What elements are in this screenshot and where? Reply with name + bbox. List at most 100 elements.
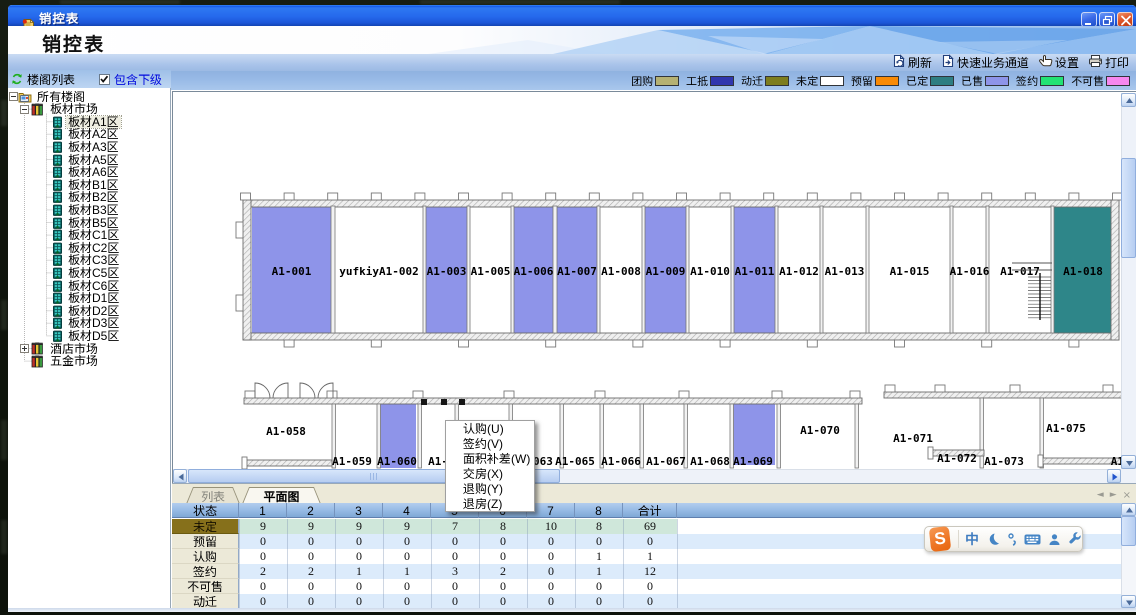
table-cell: 0 [239, 579, 287, 594]
table-cell: 10 [527, 519, 575, 534]
table-cell: 0 [575, 579, 623, 594]
legend-swatch [655, 76, 679, 86]
tab-scroll-right-icon[interactable]: ► [1110, 490, 1117, 501]
tab-1[interactable]: 平面图 [242, 487, 321, 504]
table-cell: 0 [335, 594, 383, 608]
plan-vscroll-thumb[interactable] [1121, 158, 1136, 258]
tab-0[interactable]: 列表 [186, 487, 240, 504]
keyboard-icon[interactable] [1024, 533, 1041, 546]
tree-expand-minus-icon[interactable] [20, 105, 29, 114]
tree-expand-minus-icon[interactable] [9, 92, 18, 101]
table-scroll-up-button[interactable] [1121, 503, 1136, 516]
wrench-icon[interactable] [1068, 532, 1082, 546]
context-menu-item[interactable]: 退购(Y) [446, 481, 534, 496]
table-cell: 9 [287, 519, 335, 534]
context-menu-item[interactable]: 认购(U) [446, 421, 534, 436]
context-menu-item[interactable]: 签约(V) [446, 436, 534, 451]
table-row-label[interactable]: 动迁 [172, 594, 239, 608]
sogou-logo-icon[interactable]: S [929, 526, 952, 552]
table-cell: 0 [623, 594, 677, 608]
plan-scroll-right-button[interactable] [1107, 469, 1121, 483]
context-menu-item[interactable]: 退房(Z) [446, 496, 534, 511]
area-icon [52, 254, 63, 266]
toolbar-button-1[interactable]: 快速业务通道 [941, 54, 1029, 72]
print-icon [1088, 54, 1103, 72]
table-cell: 0 [383, 594, 431, 608]
table-cell: 0 [335, 534, 383, 549]
legend-label: 不可售 [1071, 73, 1104, 89]
tab-scroll-left-icon[interactable]: ◄ [1097, 490, 1104, 501]
include-sub-checkbox[interactable] [99, 74, 110, 85]
area-icon [52, 242, 63, 254]
market-icon [31, 342, 45, 355]
table-cell: 0 [479, 534, 527, 549]
svg-text:A1-012: A1-012 [779, 265, 819, 278]
table-column-header[interactable]: 状态 [172, 503, 239, 518]
tab-nav-buttons: ◄ ► × [1097, 490, 1131, 501]
tree-item[interactable]: 五金市场 [31, 355, 100, 368]
area-icon [52, 217, 63, 229]
minimize-button[interactable] [1081, 12, 1097, 27]
moon-icon[interactable] [986, 532, 1000, 546]
context-menu-item[interactable]: 面积补差(W) [446, 451, 534, 466]
plan-scroll-up-button[interactable] [1121, 93, 1136, 107]
screen: 销控表 销控表 刷新快速业务 [0, 0, 1136, 615]
plan-scroll-left-button[interactable] [173, 469, 187, 483]
svg-text:A1-068: A1-068 [690, 455, 730, 468]
toolbar-button-label: 设置 [1055, 54, 1079, 71]
svg-text:A1-066: A1-066 [601, 455, 641, 468]
context-menu-item[interactable]: 交房(X) [446, 466, 534, 481]
sidebar-tree-panel: 所有楼阁板材市场板材A1区板材A2区板材A3区板材A5区板材A6区板材B1区板材… [8, 88, 171, 608]
svg-text:A1-006: A1-006 [514, 265, 554, 278]
svg-text:A1-007: A1-007 [557, 265, 597, 278]
table-cell: 0 [527, 549, 575, 564]
table-column-header[interactable]: 2 [287, 503, 335, 518]
area-icon [52, 292, 63, 304]
status-table: 状态12345678合计未定99997810869预留000000000认购00… [172, 503, 1121, 608]
table-column-header[interactable]: 3 [335, 503, 383, 518]
toolbar-button-3[interactable]: 打印 [1088, 54, 1129, 72]
table-scroll-down-button[interactable] [1121, 595, 1136, 608]
refresh-tree-icon[interactable] [11, 73, 23, 85]
banner-crystal-art [8, 26, 1136, 54]
svg-text:yufkiyA1-002: yufkiyA1-002 [339, 265, 418, 278]
svg-text:A1-016: A1-016 [950, 265, 990, 278]
maximize-restore-button[interactable] [1099, 12, 1115, 27]
legend-swatch [1040, 76, 1064, 86]
user-icon[interactable] [1048, 533, 1061, 546]
table-cell: 0 [287, 549, 335, 564]
table-column-header[interactable]: 4 [383, 503, 431, 518]
svg-text:A1-018: A1-018 [1063, 265, 1103, 278]
table-cell: 0 [623, 534, 677, 549]
table-vscroll-thumb[interactable] [1121, 516, 1136, 546]
toolbar-button-label: 快速业务通道 [957, 54, 1029, 71]
close-button[interactable] [1117, 12, 1133, 27]
refresh-doc-icon [892, 54, 906, 72]
table-cell: 0 [527, 564, 575, 579]
table-cell: 0 [623, 579, 677, 594]
table-cell: 0 [575, 534, 623, 549]
chinese-mode-icon[interactable]: 中 [965, 529, 979, 549]
table-cell: 2 [239, 564, 287, 579]
include-sub-label[interactable]: 包含下级 [114, 71, 162, 88]
table-column-header[interactable]: 8 [575, 503, 623, 518]
tree-expand-plus-icon[interactable] [20, 344, 29, 353]
table-cell: 1 [383, 564, 431, 579]
area-icon [52, 166, 63, 178]
ime-toolbar: S 中 [924, 526, 1083, 552]
plan-vscrollbar[interactable] [1121, 93, 1136, 469]
tab-close-icon[interactable]: × [1123, 490, 1131, 501]
plan-scroll-down-button[interactable] [1121, 455, 1136, 469]
toolbar-button-2[interactable]: 设置 [1038, 54, 1079, 72]
table-column-header[interactable]: 合计 [623, 503, 677, 518]
toolbar-button-0[interactable]: 刷新 [892, 54, 932, 72]
legend-label: 工抵 [686, 73, 708, 89]
window-bottom-edge [8, 608, 1136, 612]
punctuation-icon[interactable] [1007, 532, 1017, 546]
table-cell: 8 [575, 519, 623, 534]
area-icon [52, 204, 63, 216]
table-column-header[interactable]: 1 [239, 503, 287, 518]
tree-item-label: 五金市场 [48, 355, 100, 367]
table-cell: 0 [431, 549, 479, 564]
svg-text:A1-069: A1-069 [733, 455, 773, 468]
